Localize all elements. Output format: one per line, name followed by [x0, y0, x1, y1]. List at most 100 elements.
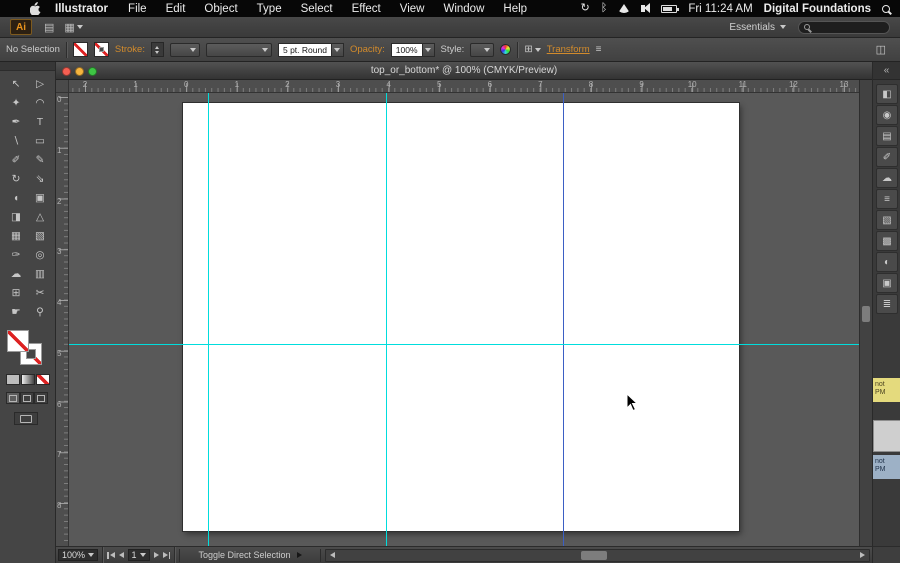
- sticky-note-fragment[interactable]: not PM: [873, 378, 900, 402]
- previous-artboard-button[interactable]: [119, 552, 124, 558]
- guide-vertical-1[interactable]: [208, 93, 209, 546]
- guide-vertical-2[interactable]: [386, 93, 387, 546]
- recolor-artwork-icon[interactable]: [500, 44, 511, 55]
- hand-tool[interactable]: ☛: [4, 302, 28, 321]
- draw-inside-mode-button[interactable]: [34, 392, 48, 404]
- symbols-panel[interactable]: ☁: [876, 168, 898, 188]
- artboard-tool[interactable]: ⊞: [4, 283, 28, 302]
- perspective-grid-tool[interactable]: △: [28, 207, 52, 226]
- draw-normal-mode-button[interactable]: [6, 392, 20, 404]
- menu-item[interactable]: Window: [443, 3, 484, 15]
- artboard-number-dropdown[interactable]: 1: [128, 549, 150, 561]
- first-artboard-button[interactable]: [107, 552, 115, 559]
- selection-tool[interactable]: ↖: [4, 74, 28, 93]
- horizontal-scrollbar[interactable]: [325, 549, 870, 562]
- bluetooth-icon[interactable]: ᛒ: [601, 3, 608, 14]
- pencil-tool[interactable]: ✎: [28, 150, 52, 169]
- direct-selection-tool[interactable]: ▷: [28, 74, 52, 93]
- stroke-panel[interactable]: ≡: [876, 189, 898, 209]
- desktop-window-fragment[interactable]: [873, 420, 900, 452]
- status-display-dropdown[interactable]: Toggle Direct Selection: [179, 549, 321, 562]
- zoom-tool[interactable]: ⚲: [28, 302, 52, 321]
- guide-vertical-selected[interactable]: [563, 93, 564, 546]
- scale-tool[interactable]: ⇘: [28, 169, 52, 188]
- zoom-window-button[interactable]: [88, 67, 97, 76]
- fill-color-swatch[interactable]: [73, 42, 88, 57]
- workspace-switcher[interactable]: Essentials: [729, 22, 786, 33]
- menu-item[interactable]: Select: [301, 3, 333, 15]
- none-button[interactable]: [36, 374, 50, 385]
- lasso-tool[interactable]: ◠: [28, 93, 52, 112]
- volume-icon[interactable]: [641, 5, 645, 12]
- column-graph-tool[interactable]: ▥: [28, 264, 52, 283]
- gradient-button[interactable]: [21, 374, 35, 385]
- brush-definition-dropdown[interactable]: 5 pt. Round: [278, 43, 344, 57]
- gradient-panel[interactable]: ▧: [876, 210, 898, 230]
- menu-item[interactable]: Effect: [352, 3, 381, 15]
- wifi-icon[interactable]: [618, 4, 630, 13]
- apple-menu-icon[interactable]: [30, 2, 41, 15]
- change-screen-mode-button[interactable]: [14, 412, 38, 425]
- close-window-button[interactable]: [62, 67, 71, 76]
- pasteboard[interactable]: [69, 93, 859, 546]
- menu-bar-clock[interactable]: Fri 11:24 AM: [688, 3, 752, 15]
- menu-item[interactable]: View: [400, 3, 425, 15]
- stroke-panel-link[interactable]: Stroke:: [115, 44, 145, 55]
- swatches-panel[interactable]: ▤: [876, 126, 898, 146]
- vertical-scrollbar[interactable]: [859, 80, 872, 546]
- panel-toggle-icon[interactable]: ◫: [876, 43, 886, 56]
- fill-swatch-none[interactable]: [7, 330, 29, 352]
- blend-tool[interactable]: ◎: [28, 245, 52, 264]
- free-transform-tool[interactable]: ▣: [28, 188, 52, 207]
- appearance-panel[interactable]: ◐: [876, 252, 898, 272]
- spotlight-search-icon[interactable]: [882, 5, 890, 13]
- shape-builder-tool[interactable]: ◨: [4, 207, 28, 226]
- vertical-ruler[interactable]: 012345678: [56, 93, 69, 546]
- vertical-scrollbar-thumb[interactable]: [862, 306, 870, 322]
- arrange-documents-icon[interactable]: ▦: [64, 21, 82, 34]
- ruler-origin-corner[interactable]: [56, 80, 69, 93]
- menu-item[interactable]: File: [128, 3, 147, 15]
- last-artboard-button[interactable]: [163, 552, 171, 559]
- magic-wand-tool[interactable]: ✦: [4, 93, 28, 112]
- stroke-weight-stepper[interactable]: [151, 42, 164, 57]
- opacity-panel-link[interactable]: Opacity:: [350, 44, 385, 55]
- pen-tool[interactable]: ✒: [4, 112, 28, 131]
- menu-item[interactable]: Type: [257, 3, 282, 15]
- minimize-window-button[interactable]: [75, 67, 84, 76]
- type-tool[interactable]: T: [28, 112, 52, 131]
- opacity-dropdown[interactable]: 100%: [391, 43, 435, 57]
- scroll-right-button[interactable]: [856, 550, 869, 561]
- variable-width-profile-dropdown[interactable]: [206, 43, 272, 57]
- graphic-styles-panel[interactable]: ▣: [876, 273, 898, 293]
- sync-icon[interactable]: ↻: [581, 3, 590, 14]
- go-to-bridge-icon[interactable]: ▤: [44, 21, 54, 34]
- guide-horizontal-1[interactable]: [69, 344, 859, 345]
- document-title-bar[interactable]: top_or_bottom* @ 100% (CMYK/Preview): [56, 62, 872, 80]
- eyedropper-tool[interactable]: ✑: [4, 245, 28, 264]
- transform-panel-link[interactable]: Transform: [547, 44, 590, 55]
- control-panel-menu-icon[interactable]: ≡: [596, 44, 602, 55]
- app-menu-illustrator[interactable]: Illustrator: [55, 3, 108, 15]
- color-button[interactable]: [6, 374, 20, 385]
- layers-panel[interactable]: ≣: [876, 294, 898, 314]
- tools-panel-drag-bar[interactable]: [0, 62, 55, 71]
- menu-item[interactable]: Help: [503, 3, 527, 15]
- brushes-panel[interactable]: ✐: [876, 147, 898, 167]
- draw-behind-mode-button[interactable]: [20, 392, 34, 404]
- slice-tool[interactable]: ✂: [28, 283, 52, 302]
- color-panel[interactable]: ◧: [876, 84, 898, 104]
- stroke-weight-dropdown[interactable]: [170, 43, 200, 57]
- scroll-left-button[interactable]: [326, 550, 339, 561]
- zoom-dropdown[interactable]: 100%: [58, 549, 98, 561]
- horizontal-ruler[interactable]: 21012345678910111213: [69, 80, 859, 93]
- paintbrush-tool[interactable]: ✐: [4, 150, 28, 169]
- gradient-tool[interactable]: ▧: [28, 226, 52, 245]
- transparency-panel[interactable]: ▩: [876, 231, 898, 251]
- rotate-tool[interactable]: ↻: [4, 169, 28, 188]
- battery-icon[interactable]: [661, 5, 677, 13]
- opacity-dropdown-button[interactable]: [423, 43, 435, 57]
- next-artboard-button[interactable]: [154, 552, 159, 558]
- sticky-note-fragment[interactable]: not PM: [873, 455, 900, 479]
- menu-item[interactable]: Object: [204, 3, 237, 15]
